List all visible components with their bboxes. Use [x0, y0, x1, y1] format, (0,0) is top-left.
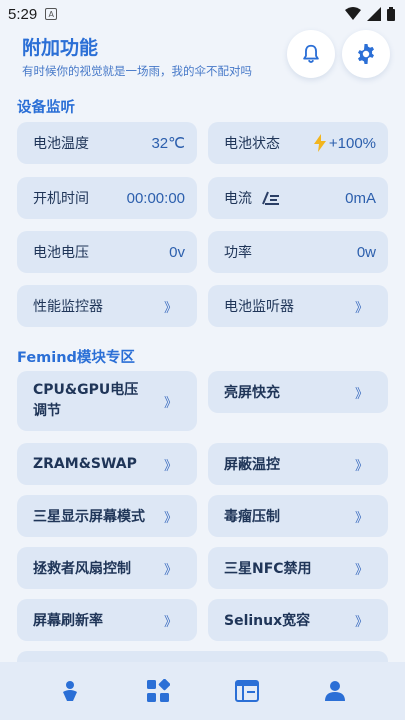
battery-state-card[interactable]: 电池状态 +100% [208, 122, 388, 164]
header: 附加功能 有时候你的视觉就是一场雨，我的伞不配对吗 [22, 33, 292, 79]
page-title: 附加功能 [22, 37, 99, 59]
perf-monitor-label: 性能监控器 [33, 299, 103, 315]
lightning-icon [313, 134, 326, 152]
list-panel-icon [234, 680, 259, 702]
grid-icon [147, 679, 171, 702]
nav-profile[interactable] [315, 671, 355, 711]
chevron-right-icon: 》 [163, 300, 177, 316]
status-icons [345, 7, 395, 21]
samsung-display-card[interactable]: 三星显示屏幕模式 》 [17, 495, 197, 537]
voltage-value: 0v [169, 243, 185, 261]
page-subtitle: 有时候你的视觉就是一场雨，我的伞不配对吗 [22, 64, 252, 78]
person-home-icon [63, 681, 78, 701]
selinux-card[interactable]: Selinux宽容 》 [208, 599, 388, 641]
battery-state-label: 电池状态 [224, 136, 280, 152]
samsung-nfc-label: 三星NFC禁用 [224, 561, 312, 577]
wifi-icon [345, 7, 361, 20]
battery-state-value-wrap: +100% [313, 134, 376, 152]
samsung-nfc-card[interactable]: 三星NFC禁用 》 [208, 547, 388, 589]
uptime-card[interactable]: 开机时间 00:00:00 [17, 177, 197, 219]
voltage-card[interactable]: 电池电压 0v [17, 231, 197, 273]
rescuer-fan-label: 拯救者风扇控制 [33, 561, 131, 577]
perf-monitor-card[interactable]: 性能监控器 》 [17, 285, 197, 327]
battery-icon [387, 7, 395, 21]
chevron-right-icon: 》 [354, 386, 368, 402]
fast-charge-label: 亮屏快充 [224, 385, 280, 401]
power-label: 功率 [224, 245, 252, 261]
cpu-gpu-voltage-label: CPU&GPU电压调节 [33, 382, 139, 419]
battery-listener-card[interactable]: 电池监听器 》 [208, 285, 388, 327]
bottom-nav [0, 662, 405, 720]
uptime-value: 00:00:00 [126, 189, 185, 207]
power-card[interactable]: 功率 0w [208, 231, 388, 273]
current-card[interactable]: 电流 0mA [208, 177, 388, 219]
chevron-right-icon: 》 [354, 458, 368, 474]
zram-swap-label: ZRAM&SWAP [33, 456, 137, 472]
signal-icon [367, 7, 381, 21]
current-label: 电流 [224, 191, 252, 207]
battery-temp-label: 电池温度 [33, 136, 89, 152]
chevron-right-icon: 》 [354, 510, 368, 526]
current-sort-icon[interactable] [262, 191, 280, 205]
battery-listener-label: 电池监听器 [224, 299, 294, 315]
chevron-right-icon: 》 [163, 395, 177, 411]
chevron-right-icon: 》 [354, 300, 368, 316]
power-value: 0w [356, 243, 376, 261]
battery-temp-card[interactable]: 电池温度 32℃ [17, 122, 197, 164]
selinux-label: Selinux宽容 [224, 613, 311, 629]
refresh-rate-label: 屏幕刷新率 [33, 613, 103, 629]
temp-block-label: 屏蔽温控 [224, 457, 280, 473]
settings-button[interactable] [342, 30, 390, 78]
user-icon [324, 681, 345, 701]
uptime-label: 开机时间 [33, 191, 89, 207]
notification-button[interactable] [287, 30, 335, 78]
tumor-suppress-card[interactable]: 毒瘤压制 》 [208, 495, 388, 537]
notification-a-icon: A [45, 8, 58, 20]
samsung-display-label: 三星显示屏幕模式 [33, 509, 145, 525]
fast-charge-card[interactable]: 亮屏快充 》 [208, 371, 388, 413]
voltage-label: 电池电压 [33, 245, 89, 261]
nav-modules[interactable] [138, 671, 178, 711]
refresh-rate-card[interactable]: 屏幕刷新率 》 [17, 599, 197, 641]
nav-home[interactable] [50, 671, 90, 711]
rescuer-fan-card[interactable]: 拯救者风扇控制 》 [17, 547, 197, 589]
gear-icon [358, 44, 374, 64]
chevron-right-icon: 》 [163, 562, 177, 578]
chevron-right-icon: 》 [354, 562, 368, 578]
chevron-right-icon: 》 [163, 458, 177, 474]
section-title-monitor: 设备监听 [17, 100, 75, 116]
tumor-suppress-label: 毒瘤压制 [224, 509, 280, 525]
section-title-femind: Femind模块专区 [17, 350, 135, 366]
battery-temp-value: 32℃ [151, 135, 185, 152]
cpu-gpu-voltage-card[interactable]: CPU&GPU电压调节 》 [17, 371, 197, 431]
battery-state-value: +100% [328, 134, 376, 152]
nav-list[interactable] [227, 671, 267, 711]
chevron-right-icon: 》 [163, 510, 177, 526]
chevron-right-icon: 》 [354, 614, 368, 630]
current-value: 0mA [345, 189, 376, 207]
chevron-right-icon: 》 [163, 614, 177, 630]
status-bar: 5:29 A [0, 0, 405, 28]
zram-swap-card[interactable]: ZRAM&SWAP 》 [17, 443, 197, 485]
status-time: 5:29 [8, 5, 38, 23]
temp-block-card[interactable]: 屏蔽温控 》 [208, 443, 388, 485]
bell-icon [303, 44, 319, 63]
